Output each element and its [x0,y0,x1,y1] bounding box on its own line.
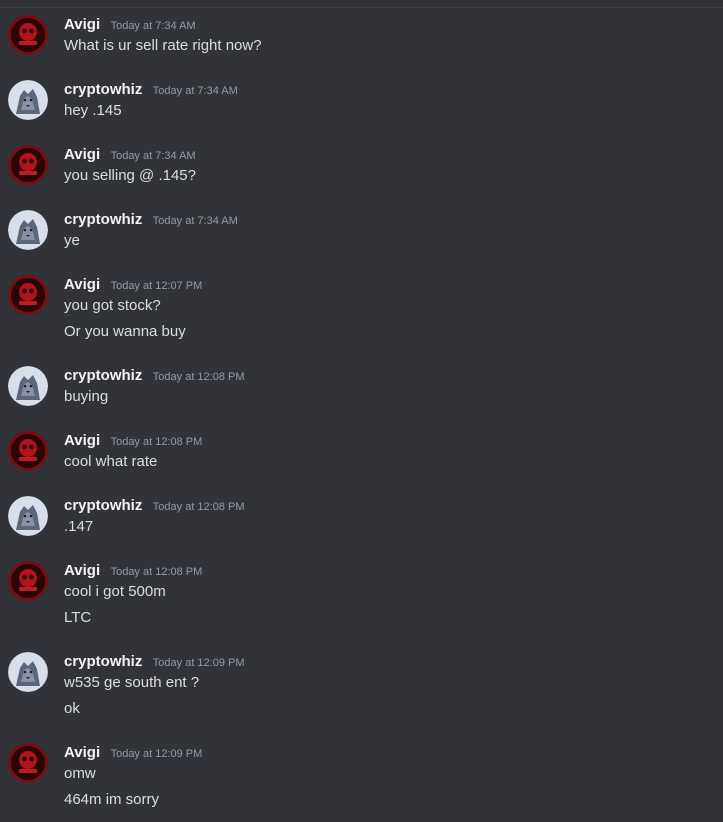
timestamp[interactable]: Today at 12:08 PM [111,566,203,578]
wolf-portrait-icon [8,80,48,120]
message-header: Avigi Today at 12:09 PM [64,743,202,763]
message-text: buying [64,388,109,405]
timestamp[interactable]: Today at 12:08 PM [153,371,245,383]
message-text: cool i got 500m [64,583,166,600]
username[interactable]: cryptowhiz [64,211,142,228]
message-text: What is ur sell rate right now? [64,37,262,54]
username[interactable]: Avigi [64,146,100,163]
timestamp[interactable]: Today at 12:09 PM [111,748,203,760]
timestamp[interactable]: Today at 7:34 AM [111,20,196,32]
username[interactable]: Avigi [64,744,100,761]
message-header: Avigi Today at 12:08 PM [64,431,202,451]
username[interactable]: cryptowhiz [64,497,142,514]
red-skull-badge-icon [8,145,48,185]
avatar-avigi[interactable] [8,743,48,783]
message-header: Avigi Today at 12:08 PM [64,561,202,581]
timestamp[interactable]: Today at 12:08 PM [111,436,203,448]
message-text: you selling @ .145? [64,167,196,184]
wolf-portrait-icon [8,210,48,250]
message-text: LTC [64,609,92,626]
timestamp[interactable]: Today at 7:34 AM [111,150,196,162]
message-text: .147 [64,518,94,535]
message-text: Or you wanna buy [64,323,186,340]
username[interactable]: Avigi [64,276,100,293]
message-text: you got stock? [64,297,161,314]
message-header: cryptowhiz Today at 12:08 PM [64,496,245,516]
username[interactable]: Avigi [64,16,100,33]
wolf-portrait-icon [8,652,48,692]
message-text: omw [64,765,96,782]
timestamp[interactable]: Today at 12:08 PM [153,501,245,513]
message-header: cryptowhiz Today at 7:34 AM [64,210,238,230]
message-header: Avigi Today at 7:34 AM [64,15,196,35]
chat-top-divider [0,0,723,8]
username[interactable]: Avigi [64,432,100,449]
red-skull-badge-icon [8,15,48,55]
red-skull-badge-icon [8,431,48,471]
message-text: ye [64,232,80,249]
wolf-portrait-icon [8,496,48,536]
timestamp[interactable]: Today at 7:34 AM [153,85,238,97]
timestamp[interactable]: Today at 12:09 PM [153,657,245,669]
message-text: 464m im sorry [64,791,160,808]
username[interactable]: cryptowhiz [64,653,142,670]
username[interactable]: cryptowhiz [64,367,142,384]
avatar-cryptowhiz[interactable] [8,366,48,406]
avatar-avigi[interactable] [8,145,48,185]
message-header: cryptowhiz Today at 12:09 PM [64,652,245,672]
red-skull-badge-icon [8,275,48,315]
message-header: Avigi Today at 7:34 AM [64,145,196,165]
message-text: w535 ge south ent ? [64,674,200,691]
timestamp[interactable]: Today at 7:34 AM [153,215,238,227]
avatar-avigi[interactable] [8,561,48,601]
avatar-cryptowhiz[interactable] [8,652,48,692]
avatar-cryptowhiz[interactable] [8,210,48,250]
message-header: Avigi Today at 12:07 PM [64,275,202,295]
red-skull-badge-icon [8,743,48,783]
message-header: cryptowhiz Today at 7:34 AM [64,80,238,100]
wolf-portrait-icon [8,366,48,406]
username[interactable]: Avigi [64,562,100,579]
avatar-avigi[interactable] [8,15,48,55]
message-text: hey .145 [64,102,122,119]
red-skull-badge-icon [8,561,48,601]
avatar-cryptowhiz[interactable] [8,496,48,536]
message-header: cryptowhiz Today at 12:08 PM [64,366,245,386]
avatar-avigi[interactable] [8,275,48,315]
timestamp[interactable]: Today at 12:07 PM [111,280,203,292]
message-text: ok [64,700,80,717]
username[interactable]: cryptowhiz [64,81,142,98]
avatar-avigi[interactable] [8,431,48,471]
message-text: cool what rate [64,453,158,470]
chat-message-list[interactable]: Avigi Today at 7:34 AM What is ur sell r… [0,0,723,822]
avatar-cryptowhiz[interactable] [8,80,48,120]
